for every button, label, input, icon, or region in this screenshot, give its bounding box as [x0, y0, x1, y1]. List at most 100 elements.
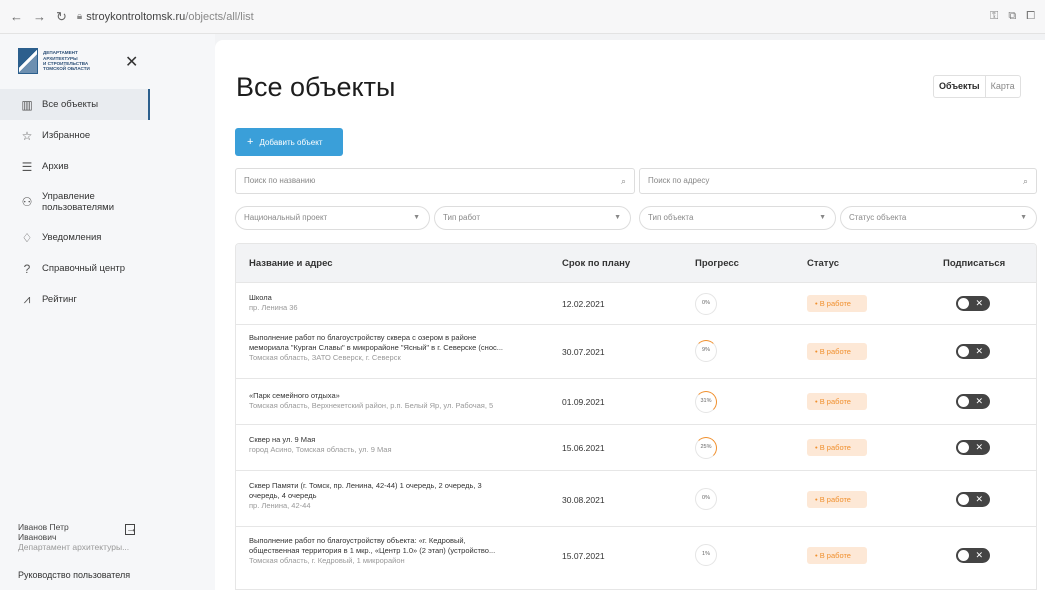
- progress-circle: 0%: [695, 293, 717, 315]
- sidebar-item-label: Все объекты: [42, 99, 99, 110]
- object-type-filter[interactable]: Тип объекта ▼: [639, 206, 836, 230]
- object-name: Школа: [249, 293, 272, 302]
- close-icon: ✕: [975, 550, 983, 560]
- close-icon: ✕: [975, 494, 983, 504]
- toggle-knob: [958, 550, 969, 561]
- sidebar-item-label: Архив: [42, 161, 69, 172]
- table-row[interactable]: Сквер Памяти (г. Томск, пр. Ленина, 42-4…: [236, 470, 1036, 526]
- user-guide-link[interactable]: Руководство пользователя: [18, 570, 130, 580]
- status-label: В работе: [819, 347, 851, 356]
- bell-icon: ♢: [21, 230, 33, 245]
- sidebar-item-user-management[interactable]: ⚇ Управление пользователями: [0, 182, 150, 222]
- url-path[interactable]: /objects/all/list: [185, 11, 253, 23]
- back-arrow-icon[interactable]: ←: [10, 9, 23, 25]
- department-logo[interactable]: ДЕПАРТАМЕНТ АРХИТЕКТУРЫ И СТРОИТЕЛЬСТВА …: [18, 48, 113, 74]
- close-sidebar-icon[interactable]: ✕: [125, 52, 138, 72]
- subscribe-toggle[interactable]: ✕: [956, 394, 990, 409]
- share-icon[interactable]: ⧉: [1008, 10, 1016, 23]
- search-by-name-input[interactable]: Поиск по названию ⌕: [235, 168, 635, 194]
- search-by-name-placeholder: Поиск по названию: [244, 176, 316, 185]
- sidebar-item-favorites[interactable]: ☆ Избранное: [0, 120, 150, 151]
- sidebar-item-archive[interactable]: ☰ Архив: [0, 151, 150, 182]
- sidebar-menu: ▥ Все объекты ☆ Избранное ☰ Архив ⚇ Упра…: [0, 89, 150, 315]
- objects-table: Название и адрес Срок по плану Прогресс …: [235, 243, 1037, 590]
- work-type-filter[interactable]: Тип работ ▼: [434, 206, 631, 230]
- reload-icon[interactable]: ↻: [56, 9, 67, 25]
- table-row[interactable]: Выполнение работ по благоустройству скве…: [236, 324, 1036, 378]
- object-name: «Парк семейного отдыха»: [249, 391, 340, 400]
- object-address: Томская область, г. Кедровый, 1 микрорай…: [249, 556, 405, 565]
- view-toggle-list[interactable]: Объекты: [934, 76, 985, 97]
- subscribe-toggle[interactable]: ✕: [956, 296, 990, 311]
- subscribe-toggle[interactable]: ✕: [956, 344, 990, 359]
- object-name-cell: «Парк семейного отдыха» Томская область,…: [249, 391, 564, 411]
- sidebar-item-notifications[interactable]: ♢ Уведомления: [0, 222, 150, 253]
- archive-icon: ☰: [21, 159, 33, 174]
- status-badge: • В работе: [807, 343, 867, 360]
- view-toggle: Объекты Карта: [933, 75, 1021, 98]
- close-icon: ✕: [975, 346, 983, 356]
- toggle-knob: [958, 396, 969, 407]
- column-header-name[interactable]: Название и адрес: [249, 258, 333, 269]
- object-address: пр. Ленина, 42-44: [249, 501, 311, 510]
- object-name-continued: мемориала "Курган Славы" в микрорайоне "…: [249, 343, 503, 352]
- column-header-progress[interactable]: Прогресс: [695, 258, 739, 269]
- toggle-knob: [958, 442, 969, 453]
- progress-circle: 25%: [695, 437, 717, 459]
- filter-label: Тип объекта: [648, 213, 694, 222]
- table-row[interactable]: «Парк семейного отдыха» Томская область,…: [236, 378, 1036, 424]
- column-header-deadline[interactable]: Срок по плану: [562, 258, 630, 269]
- column-header-status[interactable]: Статус: [807, 258, 839, 269]
- logo-mark-icon: [18, 48, 38, 74]
- status-badge: • В работе: [807, 295, 867, 312]
- lock-icon[interactable]: 🔒︎: [77, 11, 82, 22]
- object-status-filter[interactable]: Статус объекта ▼: [840, 206, 1037, 230]
- search-by-address-input[interactable]: Поиск по адресу ⌕: [639, 168, 1037, 194]
- logout-icon[interactable]: →: [125, 524, 137, 535]
- table-row[interactable]: Сквер на ул. 9 Мая город Асино, Томская …: [236, 424, 1036, 470]
- sidebar: ДЕПАРТАМЕНТ АРХИТЕКТУРЫ И СТРОИТЕЛЬСТВА …: [0, 34, 215, 590]
- subscribe-toggle[interactable]: ✕: [956, 440, 990, 455]
- url-host[interactable]: stroykontroltomsk.ru: [86, 11, 185, 23]
- view-toggle-map[interactable]: Карта: [984, 76, 1020, 97]
- object-name-cell: Школа пр. Ленина 36: [249, 293, 564, 313]
- forward-arrow-icon[interactable]: →: [33, 9, 46, 25]
- plus-icon: +: [247, 136, 254, 148]
- deadline: 01.09.2021: [562, 397, 605, 407]
- logo-text: ДЕПАРТАМЕНТ АРХИТЕКТУРЫ И СТРОИТЕЛЬСТВА …: [43, 50, 113, 71]
- user-department: Департамент архитектуры...: [18, 542, 130, 552]
- filter-label: Национальный проект: [244, 213, 328, 222]
- object-address: Томская область, ЗАТО Северск, г. Северс…: [249, 353, 401, 362]
- object-name: Выполнение работ по благоустройству скве…: [249, 333, 477, 342]
- subscribe-toggle[interactable]: ✕: [956, 492, 990, 507]
- sidebar-item-all-objects[interactable]: ▥ Все объекты: [0, 89, 150, 120]
- sidebar-item-rating[interactable]: ⩘ Рейтинг: [0, 284, 150, 315]
- close-icon: ✕: [975, 396, 983, 406]
- progress-circle: 9%: [695, 340, 717, 362]
- status-badge: • В работе: [807, 439, 867, 456]
- progress-circle: 31%: [695, 391, 717, 413]
- table-row[interactable]: Выполнение работ по благоустройству объе…: [236, 526, 1036, 582]
- logo-line: ТОМСКОЙ ОБЛАСТИ: [43, 66, 90, 72]
- sidebar-item-help-center[interactable]: ? Справочный центр: [0, 253, 150, 284]
- sidebar-item-label: Управление пользователями: [42, 191, 114, 213]
- chevron-down-icon: ▼: [819, 214, 826, 221]
- table-row[interactable]: Школа пр. Ленина 36 12.02.2021 0% • В ра…: [236, 282, 1036, 324]
- column-header-subscribe: Подписаться: [943, 258, 1006, 269]
- object-name: Выполнение работ по благоустройству объе…: [249, 536, 466, 545]
- object-name-cell: Выполнение работ по благоустройству объе…: [249, 536, 564, 566]
- object-address: город Асино, Томская область, ул. 9 Мая: [249, 445, 392, 454]
- chevron-down-icon: ▼: [413, 214, 420, 221]
- subscribe-toggle[interactable]: ✕: [956, 548, 990, 563]
- key-icon[interactable]: ⚿: [990, 10, 998, 23]
- browser-address-bar: ← → ↻ 🔒︎ stroykontroltomsk.ru/objects/al…: [0, 0, 1045, 34]
- status-badge: • В работе: [807, 491, 867, 508]
- sidebar-item-label: Рейтинг: [42, 294, 77, 305]
- toggle-knob: [958, 346, 969, 357]
- object-address: Томская область, Верхнекетский район, р.…: [249, 401, 494, 410]
- sidebar-item-label: Избранное: [42, 130, 91, 141]
- question-icon: ?: [23, 261, 31, 276]
- national-project-filter[interactable]: Национальный проект ▼: [235, 206, 430, 230]
- add-object-button[interactable]: + Добавить объект: [235, 128, 343, 156]
- extension-icon[interactable]: ⧠: [1026, 10, 1035, 23]
